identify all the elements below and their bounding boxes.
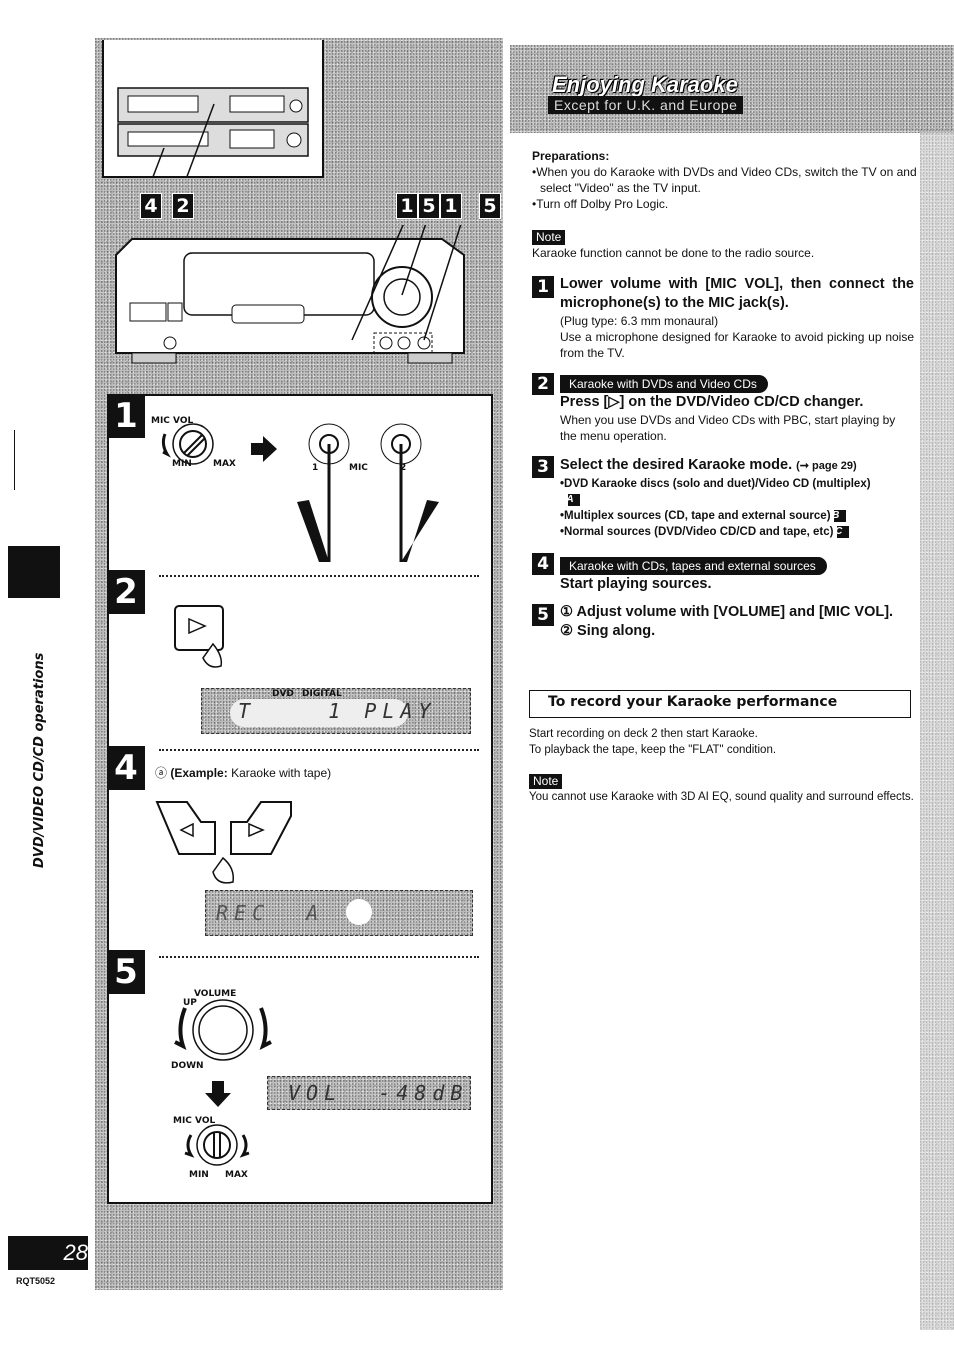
- step-3-badge: 3: [532, 456, 554, 478]
- step-2-badge: 2: [532, 373, 554, 395]
- step-1-plug-type: (Plug type: 6.3 mm monaural): [560, 314, 719, 328]
- step-5-sub-2: ② Sing along.: [560, 623, 656, 639]
- step-5: ① Adjust volume with [VOLUME] and [MIC V…: [560, 603, 912, 641]
- mode-tag-a: A: [566, 493, 580, 506]
- step-2-condition: Karaoke with DVDs and Video CDs: [560, 375, 768, 393]
- mode-tag-b: B: [832, 509, 846, 522]
- chapter-tab-marker: [8, 546, 60, 598]
- mic-vol-max-label: MAX: [213, 459, 236, 469]
- example-label: (Example:: [170, 766, 228, 780]
- step-3-heading: Select the desired Karaoke mode. (➞ page…: [560, 457, 857, 473]
- margin-rule: [14, 430, 15, 490]
- step-1: Lower volume with [MIC VOL], then connec…: [560, 275, 914, 361]
- step-2-note: When you use DVDs and Video CDs with PBC…: [560, 413, 896, 443]
- steps-figure-box: 1 MIC VOL MIN MAX 1 MIC 2 2 DVD DIGITAL …: [107, 394, 493, 1204]
- note-tag: Note: [532, 230, 566, 245]
- callout-step-1b: 1: [440, 193, 462, 219]
- mic-vol-max-label-2: MAX: [225, 1170, 248, 1180]
- page-number: 28: [8, 1236, 88, 1270]
- callout-step-2: 2: [172, 193, 194, 219]
- tape-deck-buttons-icon: [155, 801, 292, 884]
- lcd-display-volume: VOL -48dB: [267, 1076, 471, 1110]
- step-2-heading: Press [▷] on the DVD/Video CD/CD changer…: [560, 394, 864, 410]
- note-tag: Note: [529, 774, 563, 789]
- step-4: Karaoke with CDs, tapes and external sou…: [560, 557, 914, 594]
- lcd-display-rec: REC A: [205, 890, 473, 936]
- section-divider: [159, 575, 479, 577]
- mode-tag-c: C: [835, 525, 849, 538]
- lcd-volume-text: VOL -48dB: [288, 1081, 469, 1105]
- section-divider: [159, 956, 479, 958]
- step-3: Select the desired Karaoke mode. (➞ page…: [560, 456, 920, 540]
- mic-vol-min-label: MIN: [172, 459, 192, 469]
- note-block-1: Note Karaoke function cannot be done to …: [532, 229, 917, 261]
- record-section-header: To record your Karaoke performance: [529, 690, 911, 718]
- stereo-system-drawing: [117, 87, 309, 191]
- mode-option: •Multiplex sources (CD, tape and externa…: [560, 508, 920, 524]
- callout-step-5a: 5: [418, 193, 440, 219]
- step-1-heading: Lower volume with [MIC VOL], then connec…: [560, 276, 914, 311]
- example-caption: ⓐ (Example: Karaoke with tape): [155, 764, 331, 781]
- play-button-press-icon: [174, 605, 224, 668]
- lcd-display-play: DVD DIGITAL T 1 PLAY: [201, 688, 471, 734]
- amplifier-drawing: [115, 204, 468, 364]
- callout-step-4: 4: [140, 193, 162, 219]
- step-4-heading: Start playing sources.: [560, 576, 712, 592]
- jack-2-label: 2: [400, 463, 407, 473]
- mic-vol-min-label-2: MIN: [189, 1170, 209, 1180]
- mic-jacks-drawing: [297, 423, 439, 562]
- step-5-sub-1: ① Adjust volume with [VOLUME] and [MIC V…: [560, 604, 894, 620]
- example-text: Karaoke with tape): [231, 766, 332, 780]
- note-block-2: Note You cannot use Karaoke with 3D AI E…: [529, 773, 914, 805]
- step-1-badge: 1: [532, 276, 554, 298]
- page-title: Enjoying Karaoke: [552, 72, 738, 97]
- down-arrow-icon: [205, 1081, 231, 1107]
- page-reference-link[interactable]: (➞ page 29): [796, 460, 857, 472]
- step-2: Karaoke with DVDs and Video CDs Press [▷…: [560, 375, 914, 444]
- callout-step-1a: 1: [396, 193, 418, 219]
- callout-step-5b: 5: [479, 193, 501, 219]
- preparation-item: •Turn off Dolby Pro Logic.: [532, 197, 669, 211]
- figure-step-2-badge: 2: [107, 570, 145, 614]
- figure-step-1-badge: 1: [107, 394, 145, 438]
- preparation-item: •When you do Karaoke with DVDs and Video…: [532, 165, 917, 195]
- lcd-digital-indicator: DIGITAL: [302, 689, 342, 699]
- volume-down-label: DOWN: [171, 1061, 204, 1071]
- page-edge-shadow: [920, 130, 954, 1330]
- document-code: RQT5052: [16, 1276, 56, 1286]
- step-4-badge: 4: [532, 553, 554, 575]
- record-instructions: Start recording on deck 2 then start Kar…: [529, 728, 777, 756]
- mode-option: •Normal sources (DVD/Video CD/CD and tap…: [560, 524, 920, 540]
- note-text: Karaoke function cannot be done to the r…: [532, 246, 815, 260]
- lcd-rec-text: REC A: [216, 901, 325, 925]
- region-subtitle: Except for U.K. and Europe: [548, 96, 744, 114]
- step-1-note: Use a microphone designed for Karaoke to…: [560, 330, 914, 360]
- step-4-condition: Karaoke with CDs, tapes and external sou…: [560, 557, 827, 575]
- mic-jack-label: MIC: [349, 463, 368, 473]
- figure-step-5-badge: 5: [107, 950, 145, 994]
- right-arrow-icon: [251, 436, 277, 462]
- system-overview-figure: [102, 40, 324, 191]
- example-marker: ⓐ: [155, 766, 168, 780]
- lcd-play-text: T 1 PLAY: [238, 699, 437, 723]
- preparations-label: Preparations:: [532, 149, 610, 163]
- lcd-dvd-indicator: DVD: [272, 689, 294, 699]
- note-text: You cannot use Karaoke with 3D AI EQ, so…: [529, 791, 914, 803]
- preparations-block: Preparations: •When you do Karaoke with …: [532, 148, 917, 212]
- record-title: To record your Karaoke performance: [548, 694, 838, 710]
- jack-1-label: 1: [312, 463, 319, 473]
- figure-step-4-badge: 4: [107, 746, 145, 790]
- main-unit-figure: [112, 204, 497, 390]
- mode-option: •DVD Karaoke discs (solo and duet)/Video…: [560, 478, 871, 506]
- chapter-label: DVD/VIDEO CD/CD operations: [32, 652, 47, 868]
- section-divider: [159, 749, 479, 751]
- step-5-badge: 5: [532, 604, 554, 626]
